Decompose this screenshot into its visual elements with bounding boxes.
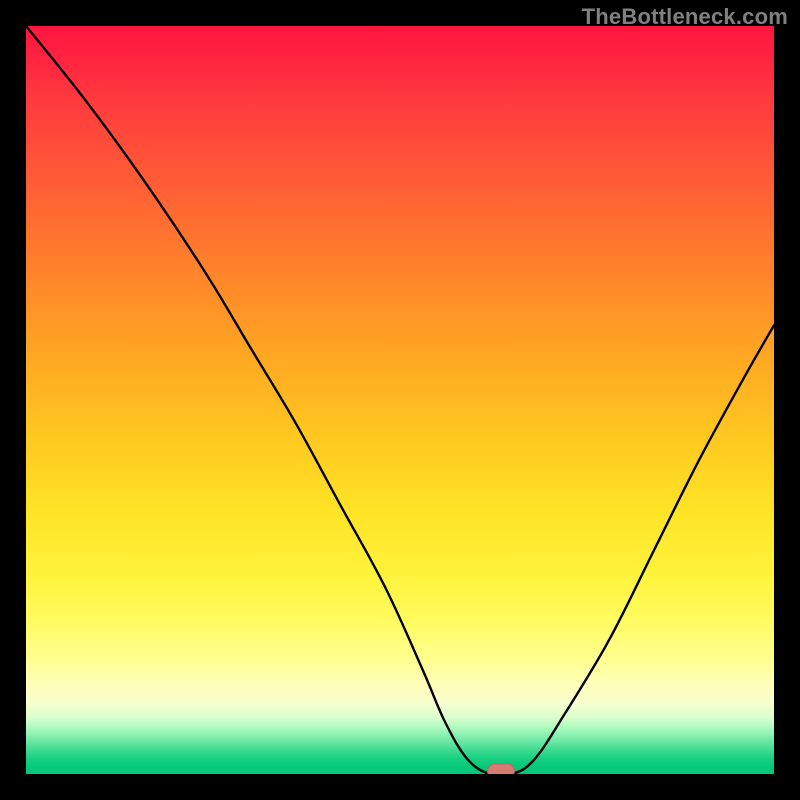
plot-area	[26, 26, 774, 774]
chart-frame: TheBottleneck.com	[0, 0, 800, 800]
optimal-marker	[487, 764, 515, 775]
watermark-text: TheBottleneck.com	[582, 4, 788, 30]
bottleneck-curve	[26, 26, 774, 774]
